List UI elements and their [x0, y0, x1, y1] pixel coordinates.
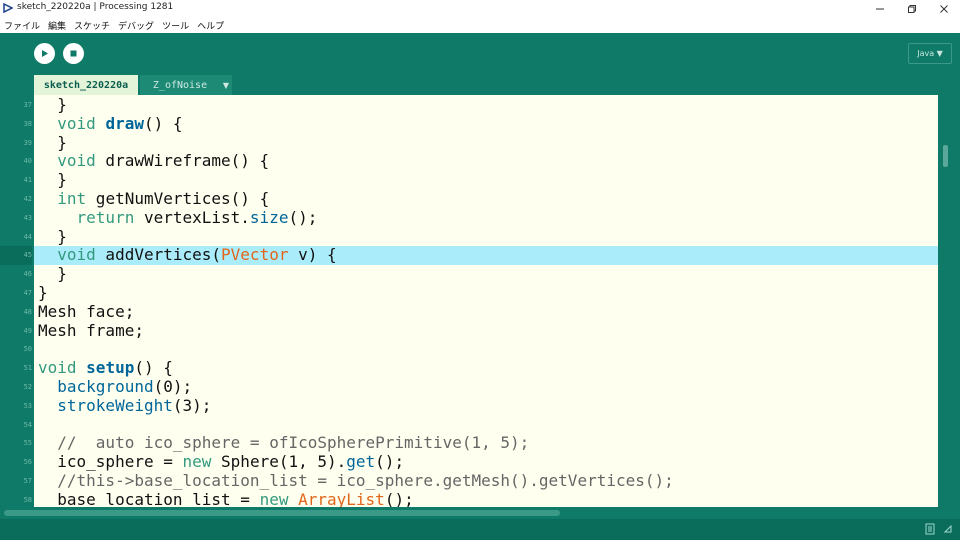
restore-button[interactable]: [896, 0, 928, 17]
code-line[interactable]: void addVertices(PVector v) {: [38, 245, 938, 265]
line-number: 50: [23, 345, 32, 354]
tab-menu-button[interactable]: ▼: [220, 75, 232, 95]
menu-sketch[interactable]: スケッチ: [70, 19, 114, 32]
code-line[interactable]: strokeWeight(3);: [38, 396, 938, 416]
code-line[interactable]: int getNumVertices() {: [38, 189, 938, 209]
minimize-button[interactable]: [864, 0, 896, 17]
code-editor[interactable]: } void draw() { } void drawWireframe() {…: [34, 95, 938, 507]
line-number: 38: [23, 119, 32, 128]
run-button[interactable]: [34, 43, 55, 64]
line-number: 56: [23, 458, 32, 467]
code-line[interactable]: base_location_list = new ArrayList();: [38, 490, 938, 507]
close-button[interactable]: [928, 0, 960, 17]
status-bar: [0, 519, 960, 540]
resize-arrow-icon: [944, 525, 952, 533]
code-line[interactable]: // auto ico_sphere = ofIcoSpherePrimitiv…: [38, 433, 938, 453]
line-number-gutter: 37 38 39 40 41 42 43 44 45 46 47 48 49 50 51 52 53 54 55 56…: [0, 95, 34, 507]
menu-debug[interactable]: デバッグ: [114, 19, 158, 32]
restore-icon: [908, 4, 916, 13]
tab-sketch-220220a[interactable]: sketch_220220a: [34, 75, 138, 95]
code-line[interactable]: [38, 340, 938, 359]
code-line[interactable]: }: [38, 170, 938, 190]
line-number: 43: [23, 213, 32, 222]
code-line[interactable]: return vertexList.size();: [38, 208, 938, 228]
code-line[interactable]: void setup() {: [38, 358, 938, 378]
line-number: 53: [23, 401, 32, 410]
horizontal-scrollbar[interactable]: [0, 507, 960, 519]
window-title: sketch_220220a | Processing 1281: [17, 2, 174, 12]
code-line[interactable]: void drawWireframe() {: [38, 151, 938, 171]
code-line[interactable]: }: [38, 264, 938, 284]
tab-z-ofnoise[interactable]: Z_ofNoise: [140, 75, 220, 95]
line-number: 47: [23, 289, 32, 297]
code-line[interactable]: [38, 416, 938, 435]
line-number: 48: [23, 307, 32, 316]
tab-bar: sketch_220220a Z_ofNoise ▼: [0, 73, 960, 95]
menu-edit[interactable]: 編集: [44, 19, 70, 32]
line-number: 49: [23, 326, 32, 335]
line-number: 37: [23, 101, 32, 109]
vertical-scrollbar[interactable]: [938, 95, 960, 507]
menu-help[interactable]: ヘルプ: [193, 19, 228, 32]
code-line[interactable]: //this->base_location_list = ico_sphere.…: [38, 471, 938, 491]
console-icon[interactable]: [925, 523, 936, 535]
horizontal-scroll-thumb[interactable]: [4, 510, 560, 516]
chevron-down-icon: ▼: [222, 80, 230, 90]
menu-bar: ファイル 編集 スケッチ デバッグ ツール ヘルプ: [0, 17, 960, 33]
close-icon: [940, 4, 948, 13]
code-line[interactable]: }: [38, 283, 938, 303]
title-bar: sketch_220220a | Processing 1281: [0, 0, 960, 17]
line-number: 51: [23, 364, 32, 373]
stop-icon: [70, 50, 77, 57]
code-line[interactable]: void draw() {: [38, 114, 938, 134]
line-number: 44: [23, 232, 32, 241]
menu-file[interactable]: ファイル: [0, 19, 44, 32]
line-number: 45: [0, 246, 32, 266]
processing-app-icon: [3, 3, 13, 13]
line-number: 57: [23, 477, 32, 485]
code-line[interactable]: Mesh frame;: [38, 321, 938, 341]
line-number: 52: [23, 383, 32, 391]
menu-tools[interactable]: ツール: [158, 19, 193, 32]
code-line[interactable]: background(0);: [38, 377, 938, 397]
code-line[interactable]: }: [38, 95, 938, 115]
line-number: 39: [23, 138, 32, 147]
stop-button[interactable]: [63, 43, 84, 64]
line-number: 55: [23, 439, 32, 448]
vertical-scroll-thumb[interactable]: [943, 145, 948, 167]
mode-selector[interactable]: Java ▼: [908, 43, 952, 64]
line-number: 42: [23, 195, 32, 203]
code-line[interactable]: }: [38, 227, 938, 247]
toolbar: Java ▼: [0, 33, 960, 73]
code-line[interactable]: ico_sphere = new Sphere(1, 5).get();: [38, 452, 938, 472]
line-number: 58: [23, 495, 32, 504]
line-number: 40: [23, 157, 32, 166]
code-line[interactable]: }: [38, 133, 938, 153]
play-icon: [42, 50, 48, 57]
code-line[interactable]: Mesh face;: [38, 302, 938, 322]
line-number: 54: [23, 420, 32, 429]
line-number: 46: [23, 270, 32, 279]
minimize-icon: [876, 8, 884, 9]
line-number: 41: [23, 176, 32, 185]
